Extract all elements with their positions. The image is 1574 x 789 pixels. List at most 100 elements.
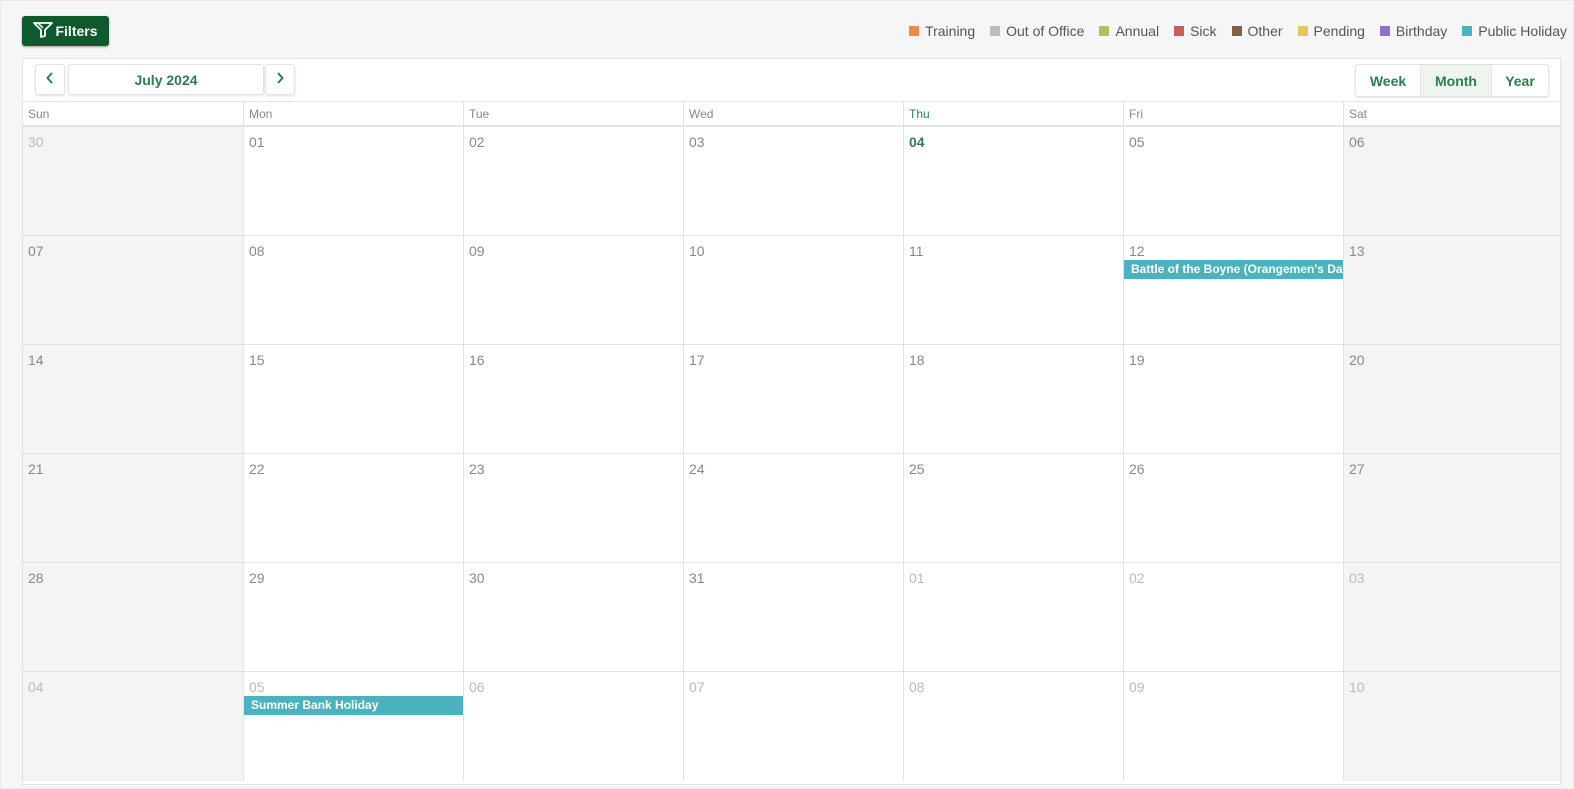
day-number: 05 [249,679,265,695]
legend-item: Other [1231,23,1283,39]
day-number: 02 [1129,570,1145,586]
day-cell[interactable]: 04 [903,127,1123,235]
weekday-header: Sun Mon Tue Wed Thu Fri Sat [23,102,1560,127]
day-cell[interactable]: 02 [463,127,683,235]
previous-month-button[interactable] [35,64,65,95]
legend-swatch [1231,26,1242,36]
day-cell[interactable]: 08 [243,236,463,344]
day-number: 03 [689,134,705,150]
public-holiday-event[interactable]: Battle of the Boyne (Orangemen's Day) [1124,260,1343,279]
public-holiday-event[interactable]: Summer Bank Holiday [244,696,463,715]
day-cell[interactable]: 13 [1343,236,1560,344]
month-grid: 30 01 02 03 04 05 06 07 08 09 10 11 12 Battle of the … [23,127,1560,781]
day-number: 02 [469,134,485,150]
day-number: 06 [1349,134,1365,150]
filters-label: Filters [55,23,98,39]
legend-swatch [909,26,920,36]
day-cell[interactable]: 30 [463,563,683,671]
day-cell[interactable]: 05 [1123,127,1343,235]
day-cell[interactable]: 16 [463,345,683,453]
day-cell[interactable]: 26 [1123,454,1343,562]
day-cell[interactable]: 06 [463,672,683,781]
day-cell[interactable]: 09 [463,236,683,344]
calendar: July 2024 Week Month Year Sun Mon Tue Wed Th… [22,58,1561,785]
day-cell[interactable]: 15 [243,345,463,453]
day-number: 30 [469,570,485,586]
day-cell[interactable]: 20 [1343,345,1560,453]
day-cell[interactable]: 08 [903,672,1123,781]
day-cell[interactable]: 17 [683,345,903,453]
day-cell[interactable]: 24 [683,454,903,562]
current-month-label[interactable]: July 2024 [68,64,264,95]
day-cell[interactable]: 02 [1123,563,1343,671]
chevron-right-icon [276,71,284,89]
day-cell[interactable]: 10 [683,236,903,344]
day-number: 13 [1349,243,1365,259]
day-cell[interactable]: 06 [1343,127,1560,235]
day-cell[interactable]: 07 [23,236,243,344]
legend-label: Birthday [1395,23,1448,39]
day-cell[interactable]: 14 [23,345,243,453]
day-cell[interactable]: 01 [243,127,463,235]
calendar-toolbar: July 2024 Week Month Year [23,59,1560,102]
day-cell[interactable]: 31 [683,563,903,671]
next-month-button[interactable] [265,64,295,95]
legend-swatch [1297,26,1308,36]
day-number: 24 [689,461,705,477]
day-cell[interactable]: 03 [1343,563,1560,671]
day-cell[interactable]: 27 [1343,454,1560,562]
weekday-header-sun: Sun [28,106,50,121]
day-number: 30 [28,134,44,150]
weekday-header-tue: Tue [463,102,683,125]
day-cell[interactable]: 04 [23,672,243,781]
legend-label: Annual [1115,23,1160,39]
day-cell[interactable]: 30 [23,127,243,235]
day-number: 12 [1129,243,1145,259]
legend-item: Public Holiday [1462,23,1567,39]
legend-swatch [1379,26,1390,36]
day-number: 10 [1349,679,1365,695]
day-cell[interactable]: 09 [1123,672,1343,781]
day-number: 11 [909,243,924,259]
day-number: 14 [28,352,44,368]
day-number: 29 [249,570,265,586]
week-view-button[interactable]: Week [1356,65,1420,96]
legend-swatch [1099,26,1110,36]
day-number: 20 [1349,352,1365,368]
day-cell[interactable]: 29 [243,563,463,671]
day-cell[interactable]: 11 [903,236,1123,344]
day-number: 16 [469,352,485,368]
day-number: 27 [1349,461,1365,477]
day-number: 06 [469,679,485,695]
legend-item: Out of Office [990,23,1084,39]
day-cell[interactable]: 03 [683,127,903,235]
weekday-header-thu: Thu [903,102,1123,125]
day-cell[interactable]: 19 [1123,345,1343,453]
day-cell[interactable]: 10 [1343,672,1560,781]
day-cell[interactable]: 23 [463,454,683,562]
filters-button[interactable]: Filters [22,16,109,46]
day-cell[interactable]: 05 Summer Bank Holiday [243,672,463,781]
week-row: 30 01 02 03 04 05 06 [23,127,1560,236]
day-number: 18 [909,352,925,368]
day-number: 08 [249,243,265,259]
day-number: 17 [689,352,705,368]
day-cell[interactable]: 25 [903,454,1123,562]
day-cell[interactable]: 28 [23,563,243,671]
view-switcher: Week Month Year [1355,64,1549,97]
month-view-button[interactable]: Month [1420,65,1491,96]
day-number: 21 [28,461,44,477]
day-cell[interactable]: 21 [23,454,243,562]
leave-type-legend: Training Out of Office Annual Sick Other Pend… [909,22,1567,40]
legend-item: Birthday [1379,23,1448,39]
day-cell[interactable]: 18 [903,345,1123,453]
year-view-button[interactable]: Year [1491,65,1548,96]
legend-swatch [990,26,1001,36]
day-cell[interactable]: 12 Battle of the Boyne (Orangemen's Day) [1123,236,1343,344]
day-cell[interactable]: 01 [903,563,1123,671]
legend-item: Sick [1174,23,1217,39]
day-cell[interactable]: 07 [683,672,903,781]
week-row: 28 29 30 31 01 02 03 [23,563,1560,672]
day-number: 28 [28,570,44,586]
day-cell[interactable]: 22 [243,454,463,562]
